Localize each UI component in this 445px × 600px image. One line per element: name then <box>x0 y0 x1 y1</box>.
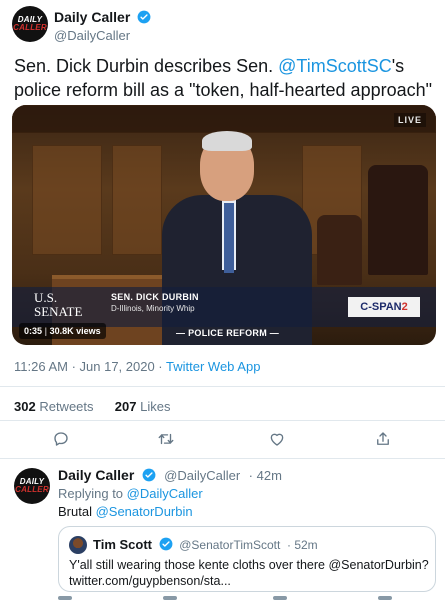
quoted-author: Tim Scott @SenatorTimScott · 52m <box>93 537 318 552</box>
main-tweet-author[interactable]: Daily Caller @DailyCaller <box>54 9 151 43</box>
source-app-link[interactable]: Twitter Web App <box>166 359 260 374</box>
video-wall-top <box>12 105 436 133</box>
retweet-icon[interactable] <box>157 430 175 448</box>
reply-author-name[interactable]: Daily Caller <box>58 467 134 483</box>
daily-caller-logo: DAILY CALLER <box>13 15 47 32</box>
reply-author-avatar[interactable]: DAILY CALLER <box>14 468 50 504</box>
mention-link[interactable]: @SenatorDurbin <box>96 504 193 519</box>
tweet-timestamp[interactable]: 11:26 AM · Jun 17, 2020 · <box>14 359 166 374</box>
reply-text: Brutal @SenatorDurbin <box>58 504 193 519</box>
video-player[interactable]: LIVE U.S. SENATE SEN. DICK DURBIN D-Illi… <box>12 105 436 345</box>
verified-badge-icon <box>137 10 151 24</box>
us-senate-banner: U.S. SENATE <box>34 290 83 319</box>
quoted-author-avatar <box>69 536 87 554</box>
reply-action-icon[interactable] <box>378 596 392 600</box>
video-stats-badge: 0:35 | 30.8K views <box>19 323 106 339</box>
video-wall-panel <box>112 145 162 255</box>
quoted-author-name: Tim Scott <box>93 537 152 552</box>
video-chair <box>368 165 428 275</box>
tweet-text: Sen. Dick Durbin describes Sen. @TimScot… <box>14 56 433 100</box>
reply-action-icon[interactable] <box>273 596 287 600</box>
video-speaker-hair <box>202 131 252 151</box>
speaker-name-caption: SEN. DICK DURBIN <box>111 292 199 302</box>
quoted-time: · 52m <box>286 538 318 552</box>
quoted-tweet-text: Y'all still wearing those kente cloths o… <box>69 558 429 588</box>
reply-action-icon[interactable] <box>163 596 177 600</box>
video-duration: 0:35 <box>24 326 43 336</box>
video-views: 30.8K views <box>49 326 101 336</box>
divider <box>0 458 445 459</box>
reply-action-bar-cutoff <box>58 596 438 600</box>
replying-to-link[interactable]: @DailyCaller <box>127 486 203 501</box>
reply-author[interactable]: Daily Caller @DailyCaller · 42m <box>58 467 282 485</box>
likes-stat[interactable]: 207 Likes <box>115 399 171 414</box>
author-handle[interactable]: @DailyCaller <box>54 28 151 43</box>
video-chair <box>317 215 362 285</box>
verified-badge-icon <box>142 468 156 482</box>
reply-author-handle[interactable]: @DailyCaller <box>164 468 240 483</box>
quoted-author-handle: @SenatorTimScott <box>179 538 281 552</box>
reply-time[interactable]: · 42m <box>249 468 282 483</box>
replying-to: Replying to @DailyCaller <box>58 486 203 501</box>
verified-badge-icon <box>159 537 173 551</box>
quoted-tweet-card[interactable]: Tim Scott @SenatorTimScott · 52m Y'all s… <box>58 526 436 592</box>
author-name[interactable]: Daily Caller <box>54 9 151 25</box>
share-icon[interactable] <box>374 430 392 448</box>
reply-action-icon[interactable] <box>58 596 72 600</box>
video-speaker-tie <box>224 203 234 273</box>
video-wall-panel <box>32 145 102 255</box>
tweet-stats: 302 Retweets 207 Likes <box>14 399 170 414</box>
tweet-meta: 11:26 AM · Jun 17, 2020 · Twitter Web Ap… <box>14 359 260 374</box>
retweets-stat[interactable]: 302 Retweets <box>14 399 94 414</box>
reply-icon[interactable] <box>52 430 70 448</box>
mention-link[interactable]: @TimScottSC <box>278 56 392 76</box>
divider <box>0 420 445 421</box>
daily-caller-avatar[interactable]: DAILY CALLER <box>12 6 48 42</box>
speaker-title-caption: D-Illinois, Minority Whip <box>111 304 195 313</box>
cspan-logo: C-SPAN2 <box>348 297 420 317</box>
like-icon[interactable] <box>268 430 286 448</box>
live-badge: LIVE <box>393 113 426 127</box>
topic-caption: — POLICE REFORM — <box>176 328 280 338</box>
daily-caller-logo: DAILY CALLER <box>15 477 49 494</box>
divider <box>0 386 445 387</box>
